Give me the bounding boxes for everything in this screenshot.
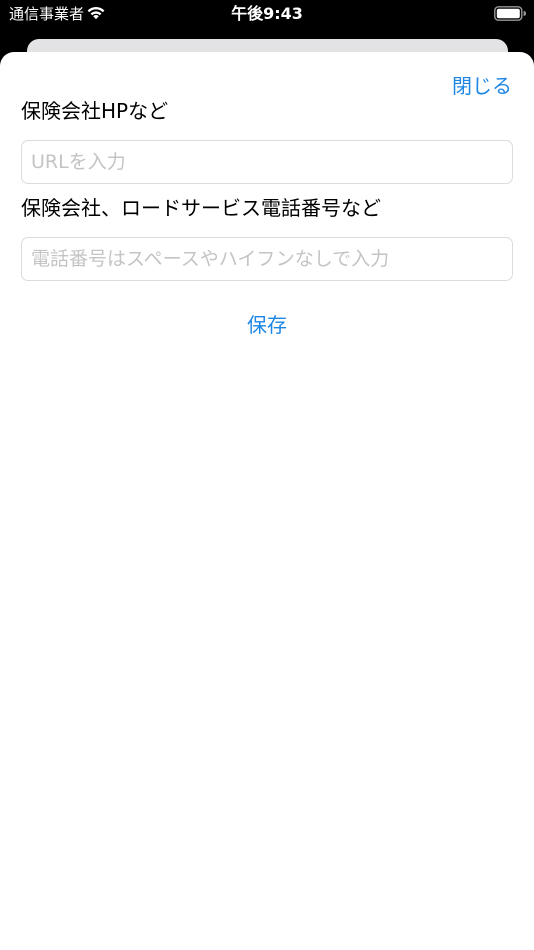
phone-input[interactable] — [21, 237, 513, 281]
close-button[interactable]: 閉じる — [452, 74, 512, 98]
modal-sheet: 閉じる 保険会社HPなど 保険会社、ロードサービス電話番号など 保存 — [0, 52, 534, 950]
status-bar: 通信事業者 午後9:43 — [0, 0, 534, 28]
save-button[interactable]: 保存 — [0, 313, 534, 337]
phone-section-label: 保険会社、ロードサービス電話番号など — [21, 196, 381, 220]
battery-icon — [494, 6, 526, 21]
app-screen: 通信事業者 午後9:43 閉じる 保険会社HPなど 保険会社、ロードサービス電話… — [0, 0, 534, 950]
hp-section-label: 保険会社HPなど — [21, 99, 169, 123]
url-input[interactable] — [21, 140, 513, 184]
status-time: 午後9:43 — [231, 4, 303, 23]
